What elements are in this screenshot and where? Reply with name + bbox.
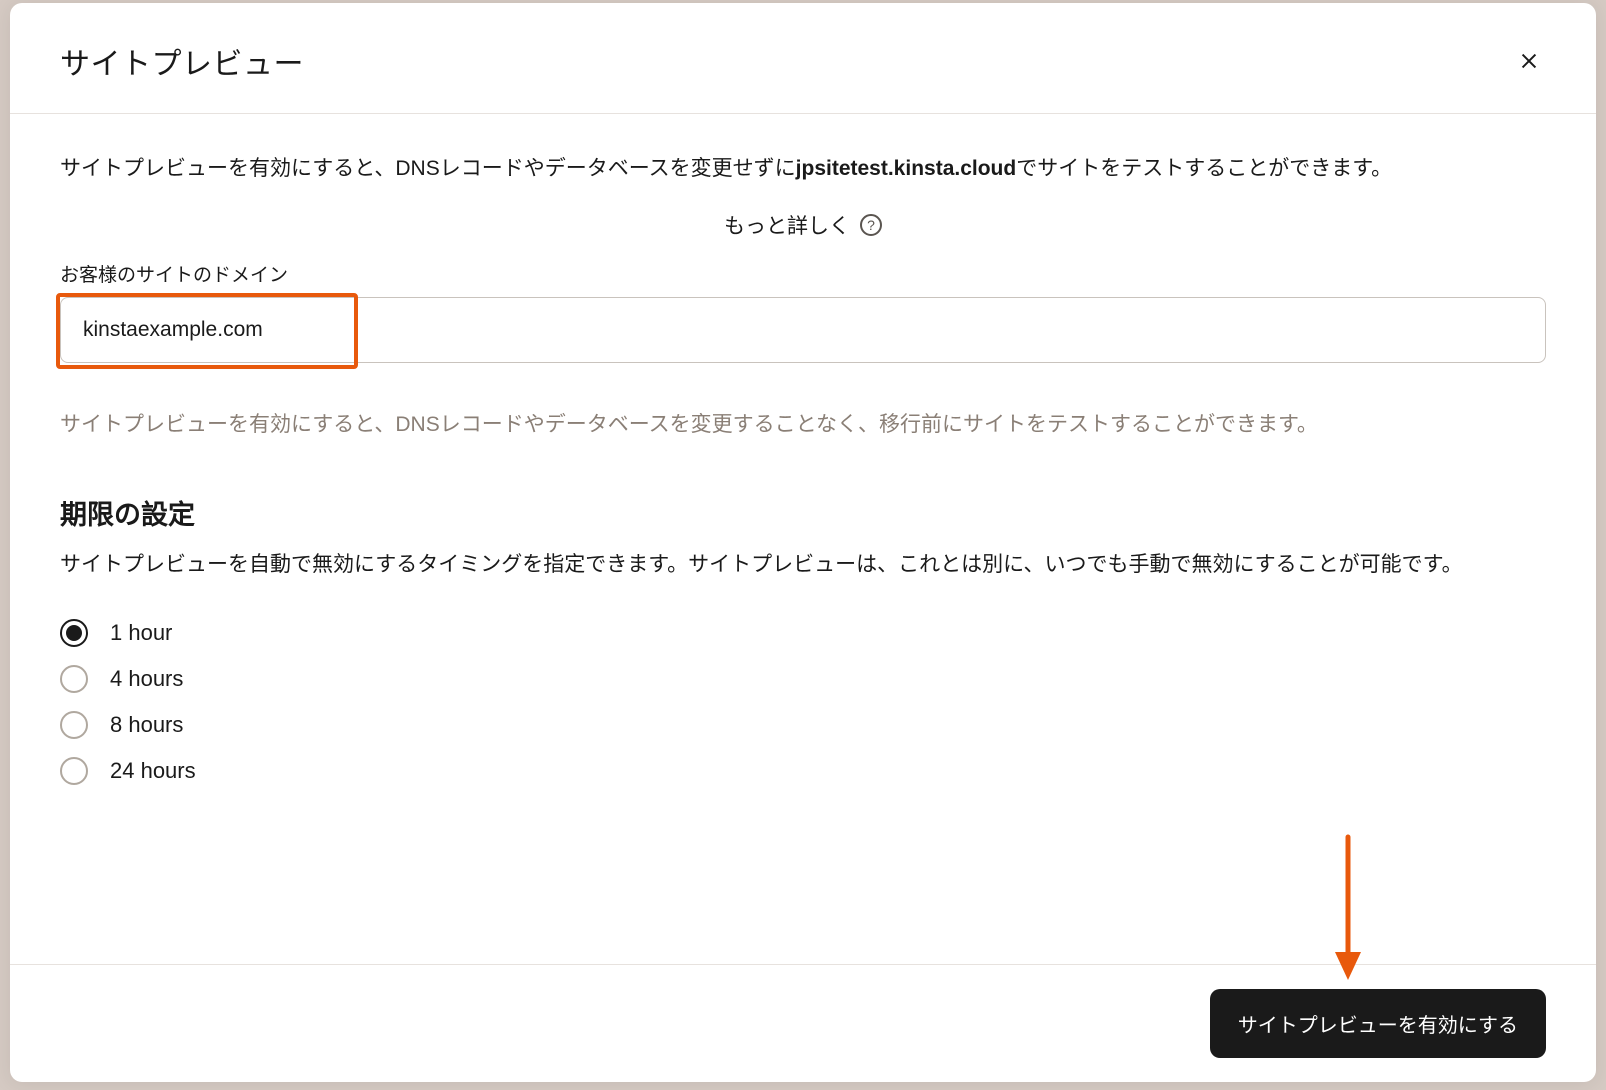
radio-checked-icon: [66, 625, 82, 641]
domain-hint-text: サイトプレビューを有効にすると、DNSレコードやデータベースを変更することなく、…: [60, 405, 1546, 445]
annotation-arrow-icon: [1330, 832, 1366, 964]
radio-label: 4 hours: [110, 666, 183, 692]
radio-circle-icon: [60, 711, 88, 739]
radio-label: 24 hours: [110, 758, 196, 784]
description-prefix: サイトプレビューを有効にすると、DNSレコードやデータベースを変更せずに: [60, 157, 796, 180]
expiry-radio-group: 1 hour 4 hours 8 hours 24 hours: [60, 619, 1546, 785]
radio-option-1-hour[interactable]: 1 hour: [60, 619, 1546, 647]
enable-site-preview-button[interactable]: サイトプレビューを有効にする: [1210, 989, 1546, 1058]
radio-label: 1 hour: [110, 620, 172, 646]
close-button[interactable]: [1512, 44, 1546, 78]
description-suffix: でサイトをテストすることができます。: [1016, 157, 1392, 180]
radio-circle-icon: [60, 757, 88, 785]
learn-more-row: もっと詳しく ?: [60, 210, 1546, 240]
radio-label: 8 hours: [110, 712, 183, 738]
expiry-section-title: 期限の設定: [60, 493, 1546, 532]
radio-option-4-hours[interactable]: 4 hours: [60, 665, 1546, 693]
site-preview-modal: サイトプレビュー サイトプレビューを有効にすると、DNSレコードやデータベースを…: [10, 3, 1596, 1082]
modal-title: サイトプレビュー: [60, 39, 304, 83]
radio-option-8-hours[interactable]: 8 hours: [60, 711, 1546, 739]
preview-description: サイトプレビューを有効にすると、DNSレコードやデータベースを変更せずにjpsi…: [60, 150, 1546, 188]
radio-circle-icon: [60, 619, 88, 647]
radio-circle-icon: [60, 665, 88, 693]
preview-domain-bold: jpsitetest.kinsta.cloud: [796, 157, 1017, 180]
modal-body: サイトプレビューを有効にすると、DNSレコードやデータベースを変更せずにjpsi…: [10, 114, 1596, 964]
radio-option-24-hours[interactable]: 24 hours: [60, 757, 1546, 785]
modal-header: サイトプレビュー: [10, 3, 1596, 114]
domain-field-label: お客様のサイトのドメイン: [60, 260, 1546, 287]
expiry-section-description: サイトプレビューを自動で無効にするタイミングを指定できます。サイトプレビューは、…: [60, 546, 1546, 584]
learn-more-text: もっと詳しく: [724, 210, 850, 240]
domain-input-wrap: [60, 297, 1546, 363]
domain-input[interactable]: [60, 297, 1546, 363]
learn-more-link[interactable]: もっと詳しく ?: [724, 210, 882, 240]
close-icon: [1518, 50, 1540, 72]
modal-footer: サイトプレビューを有効にする: [10, 964, 1596, 1082]
help-icon: ?: [860, 214, 882, 236]
